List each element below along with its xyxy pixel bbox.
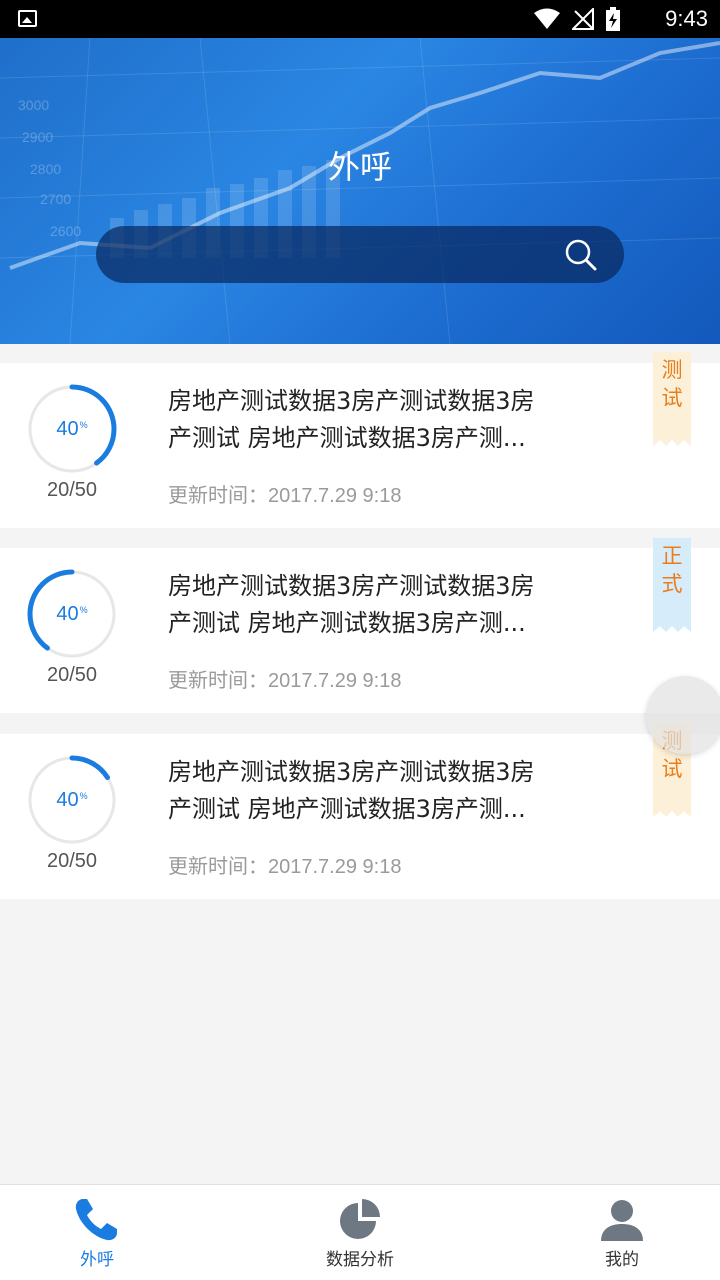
no-signal-icon	[572, 8, 594, 30]
item-title: 房地产测试数据3房产测试数据3房 产测试 房地产测试数据3房产测...	[168, 572, 535, 637]
progress-count: 20/50	[46, 850, 98, 872]
floating-action-button[interactable]	[646, 676, 720, 754]
phone-icon	[75, 1199, 117, 1241]
tab-mine[interactable]: 我的	[502, 1185, 720, 1280]
updated-time: 更新时间：2017.7.29 9:18	[168, 854, 402, 878]
search-input[interactable]	[96, 226, 624, 283]
progress-value: 40%	[56, 417, 88, 440]
list-item[interactable]: 40% 20/50 房地产测试数据3房产测试数据3房 产测试 房地产测试数据3房产…	[0, 548, 720, 713]
page-title: 外呼	[327, 148, 392, 186]
progress-value: 40%	[56, 602, 88, 625]
svg-text:2600: 2600	[50, 223, 81, 239]
updated-time: 更新时间：2017.7.29 9:18	[168, 483, 402, 507]
progress-value: 40%	[56, 788, 88, 811]
progress-count: 20/50	[46, 664, 98, 686]
status-bar: 9:43	[0, 0, 720, 38]
svg-text:2700: 2700	[40, 191, 71, 207]
user-icon	[601, 1200, 643, 1241]
status-time: 9:43	[665, 6, 708, 31]
header-banner: 3000 2900 2800 2700 2600 外呼	[0, 38, 720, 344]
image-notification-icon	[18, 10, 37, 27]
updated-time: 更新时间：2017.7.29 9:18	[168, 668, 402, 692]
svg-text:3000: 3000	[18, 97, 49, 113]
item-title: 房地产测试数据3房产测试数据3房 产测试 房地产测试数据3房产测...	[168, 387, 535, 452]
wifi-icon	[534, 8, 560, 29]
status-badge: 正式	[653, 538, 691, 632]
item-title: 房地产测试数据3房产测试数据3房 产测试 房地产测试数据3房产测...	[168, 758, 535, 823]
tab-outbound[interactable]: 外呼	[0, 1185, 217, 1280]
bottom-tab-bar: 外呼 数据分析 我的	[0, 1184, 720, 1280]
battery-charging-icon	[606, 7, 620, 31]
stock-chart-background: 300029002800 27002600	[0, 38, 720, 344]
list-item[interactable]: 40% 20/50 房地产测试数据3房产测试数据3房 产测试 房地产测试数据3房产…	[0, 363, 720, 528]
tab-data-analysis[interactable]: 数据分析	[240, 1185, 480, 1280]
progress-count: 20/50	[46, 479, 98, 501]
search-icon[interactable]	[564, 238, 598, 272]
status-badge: 测试	[653, 352, 691, 446]
pie-chart-icon	[340, 1199, 380, 1239]
list-item[interactable]: 40% 20/50 房地产测试数据3房产测试数据3房 产测试 房地产测试数据3房产…	[0, 734, 720, 899]
